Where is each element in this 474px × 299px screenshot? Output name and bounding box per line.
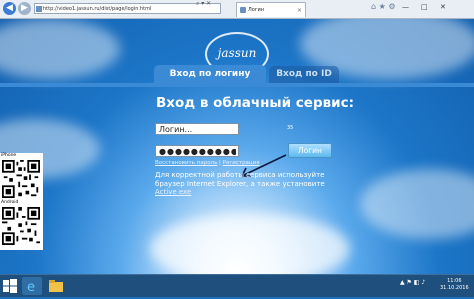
clock-date: 31.10.2016 bbox=[440, 285, 469, 291]
login-input[interactable] bbox=[155, 123, 239, 135]
restore-password-link[interactable]: Восстановить пароль bbox=[155, 160, 217, 166]
activex-link[interactable]: Active exe bbox=[155, 188, 191, 196]
password-input[interactable] bbox=[155, 145, 239, 157]
tab-login-by-login[interactable]: Вход по логину bbox=[154, 65, 266, 83]
tab-login-by-id[interactable]: Вход по ID bbox=[269, 66, 339, 83]
tab-close-icon[interactable]: × bbox=[297, 3, 302, 18]
clock-time: 11:06 bbox=[447, 278, 462, 284]
notice-text: Для корректной работы сервиса используйт… bbox=[155, 171, 325, 188]
file-explorer-taskbar-icon[interactable] bbox=[46, 277, 66, 295]
cloud-decoration bbox=[360, 169, 474, 239]
iphone-label: iPhone bbox=[1, 153, 17, 158]
close-button[interactable]: ✕ bbox=[440, 3, 446, 11]
svg-text:e: e bbox=[27, 280, 35, 295]
qr-code-android-icon bbox=[2, 207, 40, 245]
home-star-gear-icons[interactable]: ⌂ ★ ⚙ bbox=[371, 2, 396, 11]
cloud-decoration bbox=[150, 214, 350, 274]
login-button[interactable]: Логин bbox=[288, 143, 332, 158]
clock[interactable]: 11:06 31.10.2016 bbox=[440, 278, 469, 292]
browser-notice: Для корректной работы сервиса используйт… bbox=[155, 171, 325, 197]
page-content: jassun Вход по логину Вход по ID Вход в … bbox=[0, 19, 474, 274]
forward-button[interactable]: ▶ bbox=[18, 2, 31, 15]
qr-code-iphone-icon bbox=[2, 160, 40, 198]
cloud-decoration bbox=[0, 19, 120, 79]
tab-favicon-icon bbox=[240, 7, 246, 13]
browser-toolbar: ◀ ▶ http://video1.jassun.ru/dist/page/lo… bbox=[0, 0, 474, 19]
system-tray-icons[interactable]: ▲ ⚑ ◧ ♪ bbox=[400, 279, 425, 286]
back-button[interactable]: ◀ bbox=[3, 2, 16, 15]
address-text: http://video1.jassun.ru/dist/page/login.… bbox=[43, 6, 152, 12]
qr-panel: iPhone Android bbox=[0, 153, 43, 250]
minimize-button[interactable]: — bbox=[402, 3, 409, 11]
address-bar[interactable]: http://video1.jassun.ru/dist/page/login.… bbox=[34, 3, 221, 14]
taskbar: e ▲ ⚑ ◧ ♪ 11:06 31.10.2016 bbox=[0, 274, 474, 297]
tab-band bbox=[0, 83, 474, 87]
internet-explorer-taskbar-icon[interactable]: e bbox=[22, 277, 42, 295]
page-icon bbox=[36, 6, 42, 12]
browser-tab[interactable]: Логин × bbox=[236, 2, 306, 17]
android-label: Android bbox=[1, 200, 19, 205]
maximize-button[interactable]: □ bbox=[421, 3, 428, 11]
page-title: Вход в облачный сервис: bbox=[156, 95, 355, 111]
small-number-label: 35 bbox=[287, 125, 294, 131]
address-tools-icons[interactable]: ⌕ ▾ ✕ bbox=[196, 0, 211, 8]
windows-start-icon[interactable] bbox=[3, 279, 17, 293]
tab-title: Логин bbox=[248, 7, 264, 13]
